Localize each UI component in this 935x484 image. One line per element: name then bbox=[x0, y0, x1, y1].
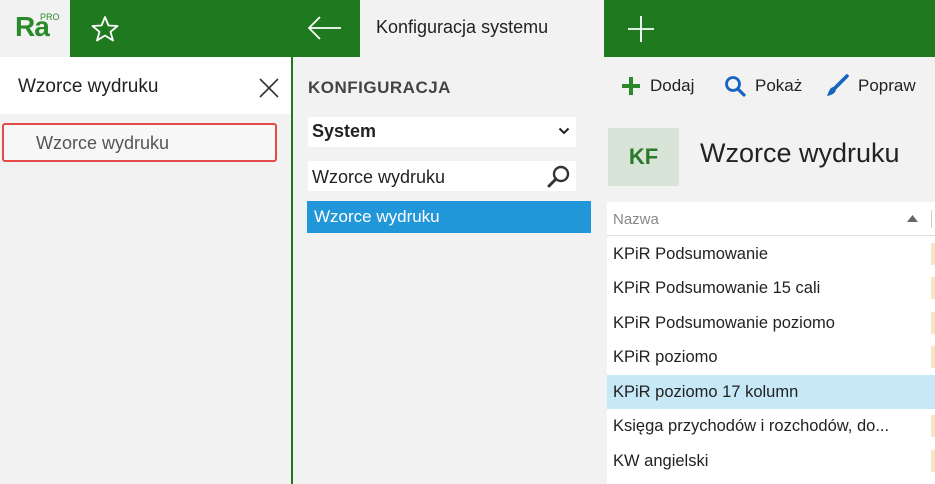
edit-button[interactable]: Popraw bbox=[825, 73, 916, 99]
row-name: KPiR Podsumowanie bbox=[613, 245, 768, 263]
config-list-item-selected[interactable]: Wzorce wydruku bbox=[307, 201, 591, 233]
tab-label: Konfiguracja systemu bbox=[376, 17, 549, 37]
row-name: KW angielski bbox=[613, 452, 709, 470]
edit-button-label: Popraw bbox=[858, 76, 916, 95]
table-row[interactable]: KPiR Podsumowanie bbox=[607, 237, 935, 271]
row-name: KPiR Podsumowanie poziomo bbox=[613, 314, 835, 332]
search-result-item[interactable]: Wzorce wydruku bbox=[2, 123, 277, 162]
logo-superscript: PRO bbox=[40, 12, 60, 22]
config-filter-value: Wzorce wydruku bbox=[312, 167, 446, 187]
row-name: KPiR poziomo 17 kolumn bbox=[613, 383, 799, 401]
category-select-value: System bbox=[312, 121, 377, 141]
close-icon bbox=[259, 78, 279, 98]
search-input[interactable]: Wzorce wydruku bbox=[18, 76, 158, 98]
search-result-label: Wzorce wydruku bbox=[36, 133, 170, 153]
module-badge-label: KF bbox=[628, 144, 659, 169]
close-search-button[interactable] bbox=[256, 75, 282, 101]
top-bar: Ra PRO Konfiguracja systemu bbox=[0, 0, 935, 57]
table-row-selected[interactable]: KPiR poziomo 17 kolumn bbox=[607, 375, 935, 409]
table-row[interactable]: KPiR Podsumowanie 15 cali bbox=[607, 271, 935, 305]
brush-icon bbox=[827, 74, 849, 96]
table-row[interactable]: KW angielski bbox=[607, 444, 935, 478]
table-row[interactable]: KPiR poziomo bbox=[607, 340, 935, 374]
arrow-left-icon bbox=[307, 16, 341, 40]
page-title: Wzorce wydruku bbox=[700, 138, 900, 168]
templates-grid: Nazwa KPiR Podsumowanie KPiR Podsumowani… bbox=[607, 202, 935, 484]
config-panel: KONFIGURACJA System Wzorce wydruku Wzorc… bbox=[293, 57, 593, 484]
new-tab-button[interactable] bbox=[625, 13, 657, 45]
app-logo[interactable]: Ra PRO bbox=[0, 0, 70, 57]
favorites-button[interactable] bbox=[88, 14, 122, 44]
column-header-name: Nazwa bbox=[613, 211, 659, 228]
row-name: KPiR Podsumowanie 15 cali bbox=[613, 279, 821, 297]
show-button[interactable]: Pokaż bbox=[724, 73, 802, 99]
search-header: Wzorce wydruku bbox=[0, 57, 291, 114]
category-select[interactable]: System bbox=[308, 117, 576, 147]
plus-icon bbox=[628, 16, 654, 42]
column-separator[interactable] bbox=[931, 210, 932, 228]
config-title: KONFIGURACJA bbox=[308, 78, 451, 97]
chevron-down-icon bbox=[558, 127, 570, 135]
content-panel: Dodaj Pokaż Popraw KF Wzorce wydruku Naz… bbox=[593, 57, 935, 484]
add-button[interactable]: Dodaj bbox=[621, 73, 694, 99]
table-row[interactable]: KPiR Podsumowanie poziomo bbox=[607, 306, 935, 340]
row-name: Księga przychodów i rozchodów, do... bbox=[613, 417, 890, 435]
toolbar: Dodaj Pokaż Popraw bbox=[593, 57, 935, 114]
search-icon[interactable] bbox=[546, 164, 572, 190]
plus-icon bbox=[622, 77, 640, 95]
config-list-item-label: Wzorce wydruku bbox=[314, 207, 440, 226]
back-button[interactable] bbox=[305, 13, 345, 43]
search-panel: Wzorce wydruku Wzorce wydruku bbox=[0, 57, 291, 484]
search-icon bbox=[725, 76, 746, 97]
config-filter-input[interactable]: Wzorce wydruku bbox=[308, 161, 576, 191]
module-badge: KF bbox=[608, 128, 679, 186]
star-icon bbox=[91, 16, 119, 42]
add-button-label: Dodaj bbox=[650, 76, 695, 95]
grid-header-name[interactable]: Nazwa bbox=[607, 202, 935, 236]
sort-asc-icon bbox=[907, 215, 918, 222]
tab-konfiguracja-systemu[interactable]: Konfiguracja systemu bbox=[360, 0, 604, 57]
show-button-label: Pokaż bbox=[755, 76, 803, 95]
row-name: KPiR poziomo bbox=[613, 348, 718, 366]
table-row[interactable]: Księga przychodów i rozchodów, do... bbox=[607, 409, 935, 443]
